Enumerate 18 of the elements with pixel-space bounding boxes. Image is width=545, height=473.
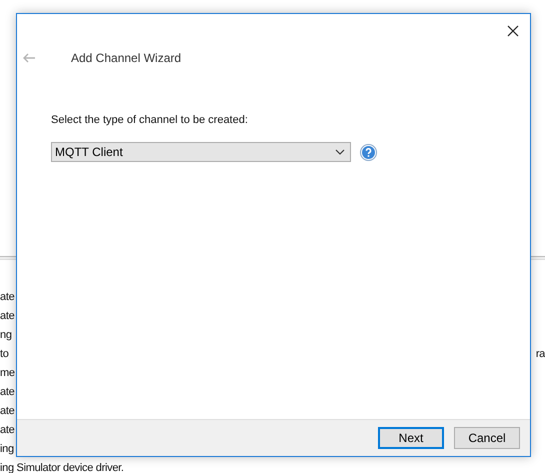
background-text: ing [0, 442, 14, 454]
background-text: ate [0, 386, 14, 398]
background-text: ing Simulator device driver. [0, 462, 124, 473]
channel-type-dropdown[interactable]: MQTT Client [51, 142, 351, 162]
prompt-label: Select the type of channel to be created: [51, 114, 249, 126]
dialog-button[interactable]: Next [378, 427, 444, 449]
dialog-button[interactable]: Cancel [454, 427, 520, 449]
background-text: ng [0, 328, 12, 340]
background-text: ate [0, 424, 14, 436]
wizard-title: Add Channel Wizard [71, 51, 182, 65]
background-text: to [0, 348, 9, 360]
background-text: ra [536, 348, 545, 360]
chevron-down-icon [335, 149, 345, 155]
background-text: ate [0, 290, 14, 302]
help-icon[interactable] [360, 144, 377, 160]
background-text: ate [0, 404, 14, 416]
background-text: me [0, 366, 15, 378]
background-text: ate [0, 310, 14, 322]
